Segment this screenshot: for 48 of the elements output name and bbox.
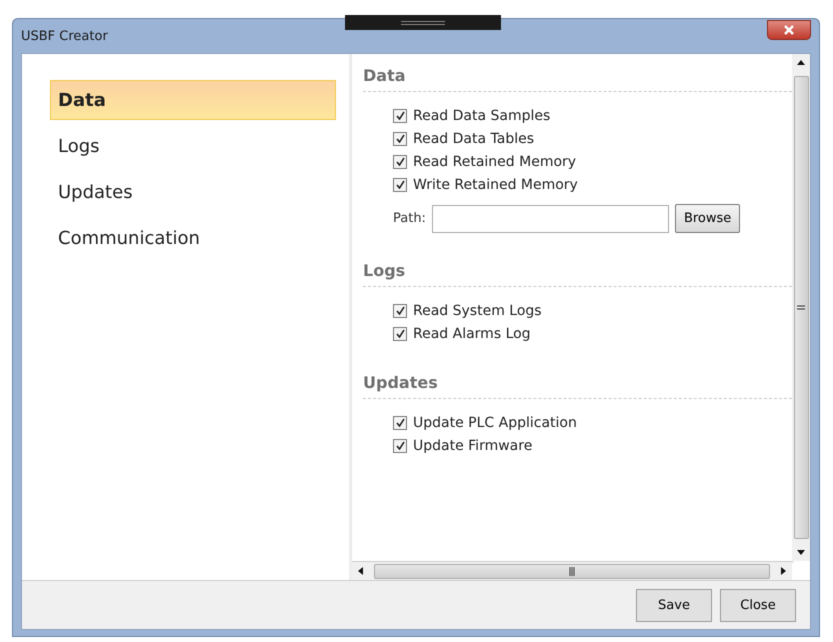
grip-icon (797, 305, 805, 310)
check-icon (396, 111, 404, 120)
checkbox[interactable] (393, 416, 407, 430)
dialog-button[interactable]: Close (720, 588, 796, 622)
scrollbar-thumb[interactable] (374, 564, 770, 578)
checkbox[interactable] (393, 326, 407, 340)
checkbox[interactable] (393, 178, 407, 192)
checkbox[interactable] (393, 132, 407, 146)
dialog-button[interactable]: Save (636, 588, 712, 622)
checkbox-label: Update Firmware (413, 438, 532, 454)
sidebar-item[interactable]: Logs (50, 126, 336, 166)
check-icon (396, 329, 404, 338)
checkbox[interactable] (393, 438, 407, 452)
check-icon (396, 180, 404, 189)
checkbox[interactable] (393, 154, 407, 168)
checkbox-label: Read Data Tables (413, 130, 534, 146)
window-title: USBF Creator (21, 28, 108, 44)
scroll-right-icon[interactable] (779, 567, 787, 575)
scroll-down-icon[interactable] (797, 548, 805, 556)
sidebar-item[interactable]: Data (50, 80, 336, 120)
checkbox-label: Read Data Samples (413, 108, 550, 124)
checkbox-label: Read System Logs (413, 302, 542, 318)
close-button[interactable] (767, 20, 811, 40)
check-icon (396, 134, 404, 143)
browse-button[interactable]: Browse (674, 204, 740, 233)
grip-icon (569, 566, 575, 576)
scrollbar-thumb[interactable] (794, 76, 808, 539)
scroll-left-icon[interactable] (357, 567, 365, 575)
sidebar-item[interactable]: Updates (50, 172, 336, 212)
drag-handle[interactable] (345, 15, 501, 30)
checkbox-label: Read Alarms Log (413, 326, 531, 342)
check-icon (396, 418, 404, 427)
horizontal-scrollbar[interactable] (352, 561, 792, 580)
checkbox[interactable] (393, 108, 407, 122)
checkbox-label: Update PLC Application (413, 414, 577, 430)
check-icon (396, 306, 404, 315)
checkbox[interactable] (393, 304, 407, 318)
check-icon (396, 157, 404, 166)
vertical-scrollbar[interactable] (792, 54, 810, 561)
path-field[interactable] (432, 204, 669, 232)
sidebar-item[interactable]: Communication (50, 218, 336, 258)
grip-icon (401, 20, 445, 24)
checkbox-label: Write Retained Memory (413, 176, 578, 192)
close-icon (783, 25, 795, 35)
checkbox-label: Read Retained Memory (413, 154, 576, 170)
scroll-up-icon[interactable] (797, 59, 805, 67)
path-label: Path: (393, 211, 426, 226)
check-icon (396, 441, 404, 450)
